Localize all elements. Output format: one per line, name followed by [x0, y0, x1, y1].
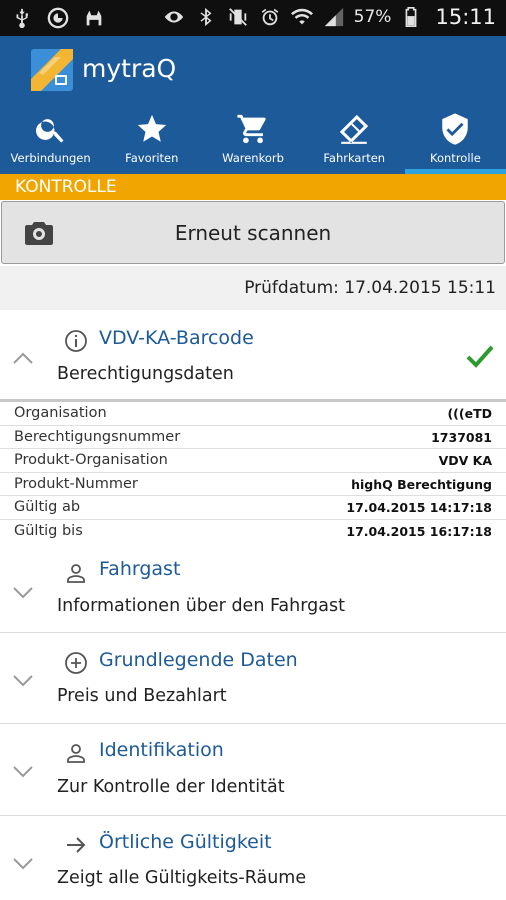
detail-key: Produkt-Nummer: [14, 475, 138, 492]
section-title: VDV-KA-Barcode: [99, 327, 254, 349]
tab-label: Fahrkarten: [323, 151, 386, 165]
chevron-up-icon[interactable]: [12, 350, 34, 364]
battery-percent: 57%: [353, 7, 392, 27]
alarm-icon: [258, 5, 282, 29]
section-title: Örtliche Gültigkeit: [99, 831, 272, 853]
chevron-down-icon[interactable]: [12, 856, 34, 870]
ticket-icon: [340, 114, 369, 144]
app-logo-icon: [31, 49, 73, 91]
tab-label: Favoriten: [125, 151, 179, 165]
detail-value: (((eTD: [447, 406, 492, 421]
detail-key: Gültig bis: [14, 522, 83, 539]
chevron-down-icon[interactable]: [12, 673, 34, 687]
barcode-section[interactable]: VDV-KA-Barcode Berechtigungsdaten: [0, 310, 506, 399]
app-title: mytraQ: [82, 54, 177, 83]
detail-value: highQ Berechtigung: [351, 476, 492, 492]
search-icon: [35, 119, 64, 143]
app-bar: mytraQ: [0, 36, 506, 104]
tab-verbindungen[interactable]: Verbindungen: [0, 104, 101, 174]
section-grundlegende-daten[interactable]: Grundlegende Daten Preis und Bezahlart: [0, 633, 506, 723]
detail-value: 1737081: [431, 429, 492, 445]
star-icon: [137, 114, 166, 142]
tab-label: Verbindungen: [10, 151, 91, 165]
vibrate-mute-icon: [226, 5, 250, 29]
section-title: Fahrgast: [99, 558, 181, 580]
table-row: Organisation (((eTD: [0, 402, 506, 426]
status-bar: 57% 15:11: [0, 0, 506, 36]
signal-icon: [322, 5, 346, 29]
shield-check-icon: [442, 113, 469, 145]
detail-value: 17.04.2015 14:17:18: [346, 500, 492, 515]
bluetooth-icon: [194, 5, 218, 29]
clock: 15:11: [435, 5, 496, 29]
detail-key: Berechtigungsnummer: [14, 428, 181, 445]
tab-fahrkarten[interactable]: Fahrkarten: [304, 104, 405, 174]
section-title: Identifikation: [99, 739, 224, 761]
section-subtitle: Zur Kontrolle der Identität: [57, 777, 285, 797]
system-icons: 57% 15:11: [162, 5, 496, 29]
check-date-row: Prüfdatum: 17.04.2015 15:11: [0, 266, 506, 310]
info-icon: [64, 329, 88, 353]
section-subtitle: Zeigt alle Gültigkeits-Räume: [57, 868, 307, 888]
wifi-icon: [290, 5, 314, 29]
table-row: Gültig ab 17.04.2015 14:17:18: [0, 496, 506, 520]
tab-bar: Verbindungen Favoriten Warenkorb Fahrkar…: [0, 104, 506, 174]
notification-icons: [10, 6, 106, 30]
tab-label: Warenkorb: [222, 151, 284, 165]
arrow-right-icon: [64, 833, 88, 857]
detail-value: 17.04.2015 16:17:18: [346, 523, 492, 539]
rescan-button[interactable]: Erneut scannen: [1, 201, 505, 264]
plus-circle-icon: [64, 651, 88, 675]
rescan-button-label: Erneut scannen: [174, 221, 332, 245]
person-icon: [64, 561, 88, 585]
section-identifikation[interactable]: Identifikation Zur Kontrolle der Identit…: [0, 724, 506, 815]
eye-icon: [162, 5, 186, 29]
section-subtitle: Berechtigungsdaten: [57, 364, 234, 384]
tab-warenkorb[interactable]: Warenkorb: [202, 104, 303, 174]
battery-icon: [399, 5, 423, 29]
cart-icon: [237, 114, 266, 144]
table-row: Berechtigungsnummer 1737081: [0, 426, 506, 449]
details-table: Organisation (((eTD Berechtigungsnummer …: [0, 399, 506, 545]
usb-icon: [10, 6, 34, 30]
section-header: KONTROLLE: [0, 174, 506, 200]
tab-favoriten[interactable]: Favoriten: [101, 104, 202, 174]
detail-value: VDV KA: [438, 453, 492, 468]
section-subtitle: Preis und Bezahlart: [57, 686, 227, 706]
detail-key: Organisation: [14, 405, 107, 421]
animal-notification-icon: [82, 6, 106, 30]
tab-label: Kontrolle: [430, 151, 481, 165]
detail-key: Gültig ab: [14, 499, 81, 515]
tab-kontrolle[interactable]: Kontrolle: [404, 104, 506, 174]
app-notification-icon: [46, 6, 70, 30]
person-icon: [64, 741, 88, 765]
chevron-down-icon[interactable]: [12, 585, 34, 599]
checkmark-icon: [466, 344, 494, 368]
chevron-down-icon[interactable]: [12, 764, 34, 778]
detail-key: Produkt-Organisation: [14, 452, 168, 468]
table-row: Produkt-Organisation VDV KA: [0, 449, 506, 473]
section-oertliche-gueltigkeit[interactable]: Örtliche Gültigkeit Zeigt alle Gültigkei…: [0, 816, 506, 900]
section-fahrgast[interactable]: Fahrgast Informationen über den Fahrgast: [0, 545, 506, 632]
check-date: Prüfdatum: 17.04.2015 15:11: [244, 278, 496, 298]
table-row: Produkt-Nummer highQ Berechtigung: [0, 473, 506, 496]
section-title: Grundlegende Daten: [99, 649, 298, 671]
section-subtitle: Informationen über den Fahrgast: [57, 596, 345, 616]
table-row: Gültig bis 17.04.2015 16:17:18: [0, 520, 506, 544]
